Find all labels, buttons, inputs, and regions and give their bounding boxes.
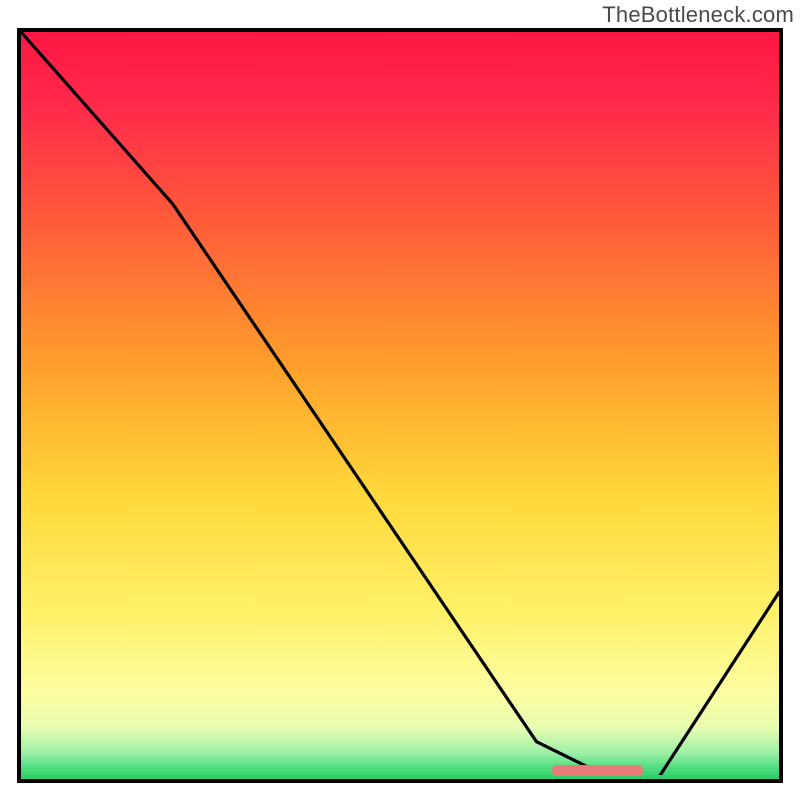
chart-container: TheBottleneck.com [0, 0, 800, 800]
watermark-label: TheBottleneck.com [602, 2, 794, 28]
line-curve [21, 32, 779, 779]
plot-area [17, 28, 783, 783]
baseline-band [21, 775, 779, 779]
optimal-marker [552, 765, 643, 776]
